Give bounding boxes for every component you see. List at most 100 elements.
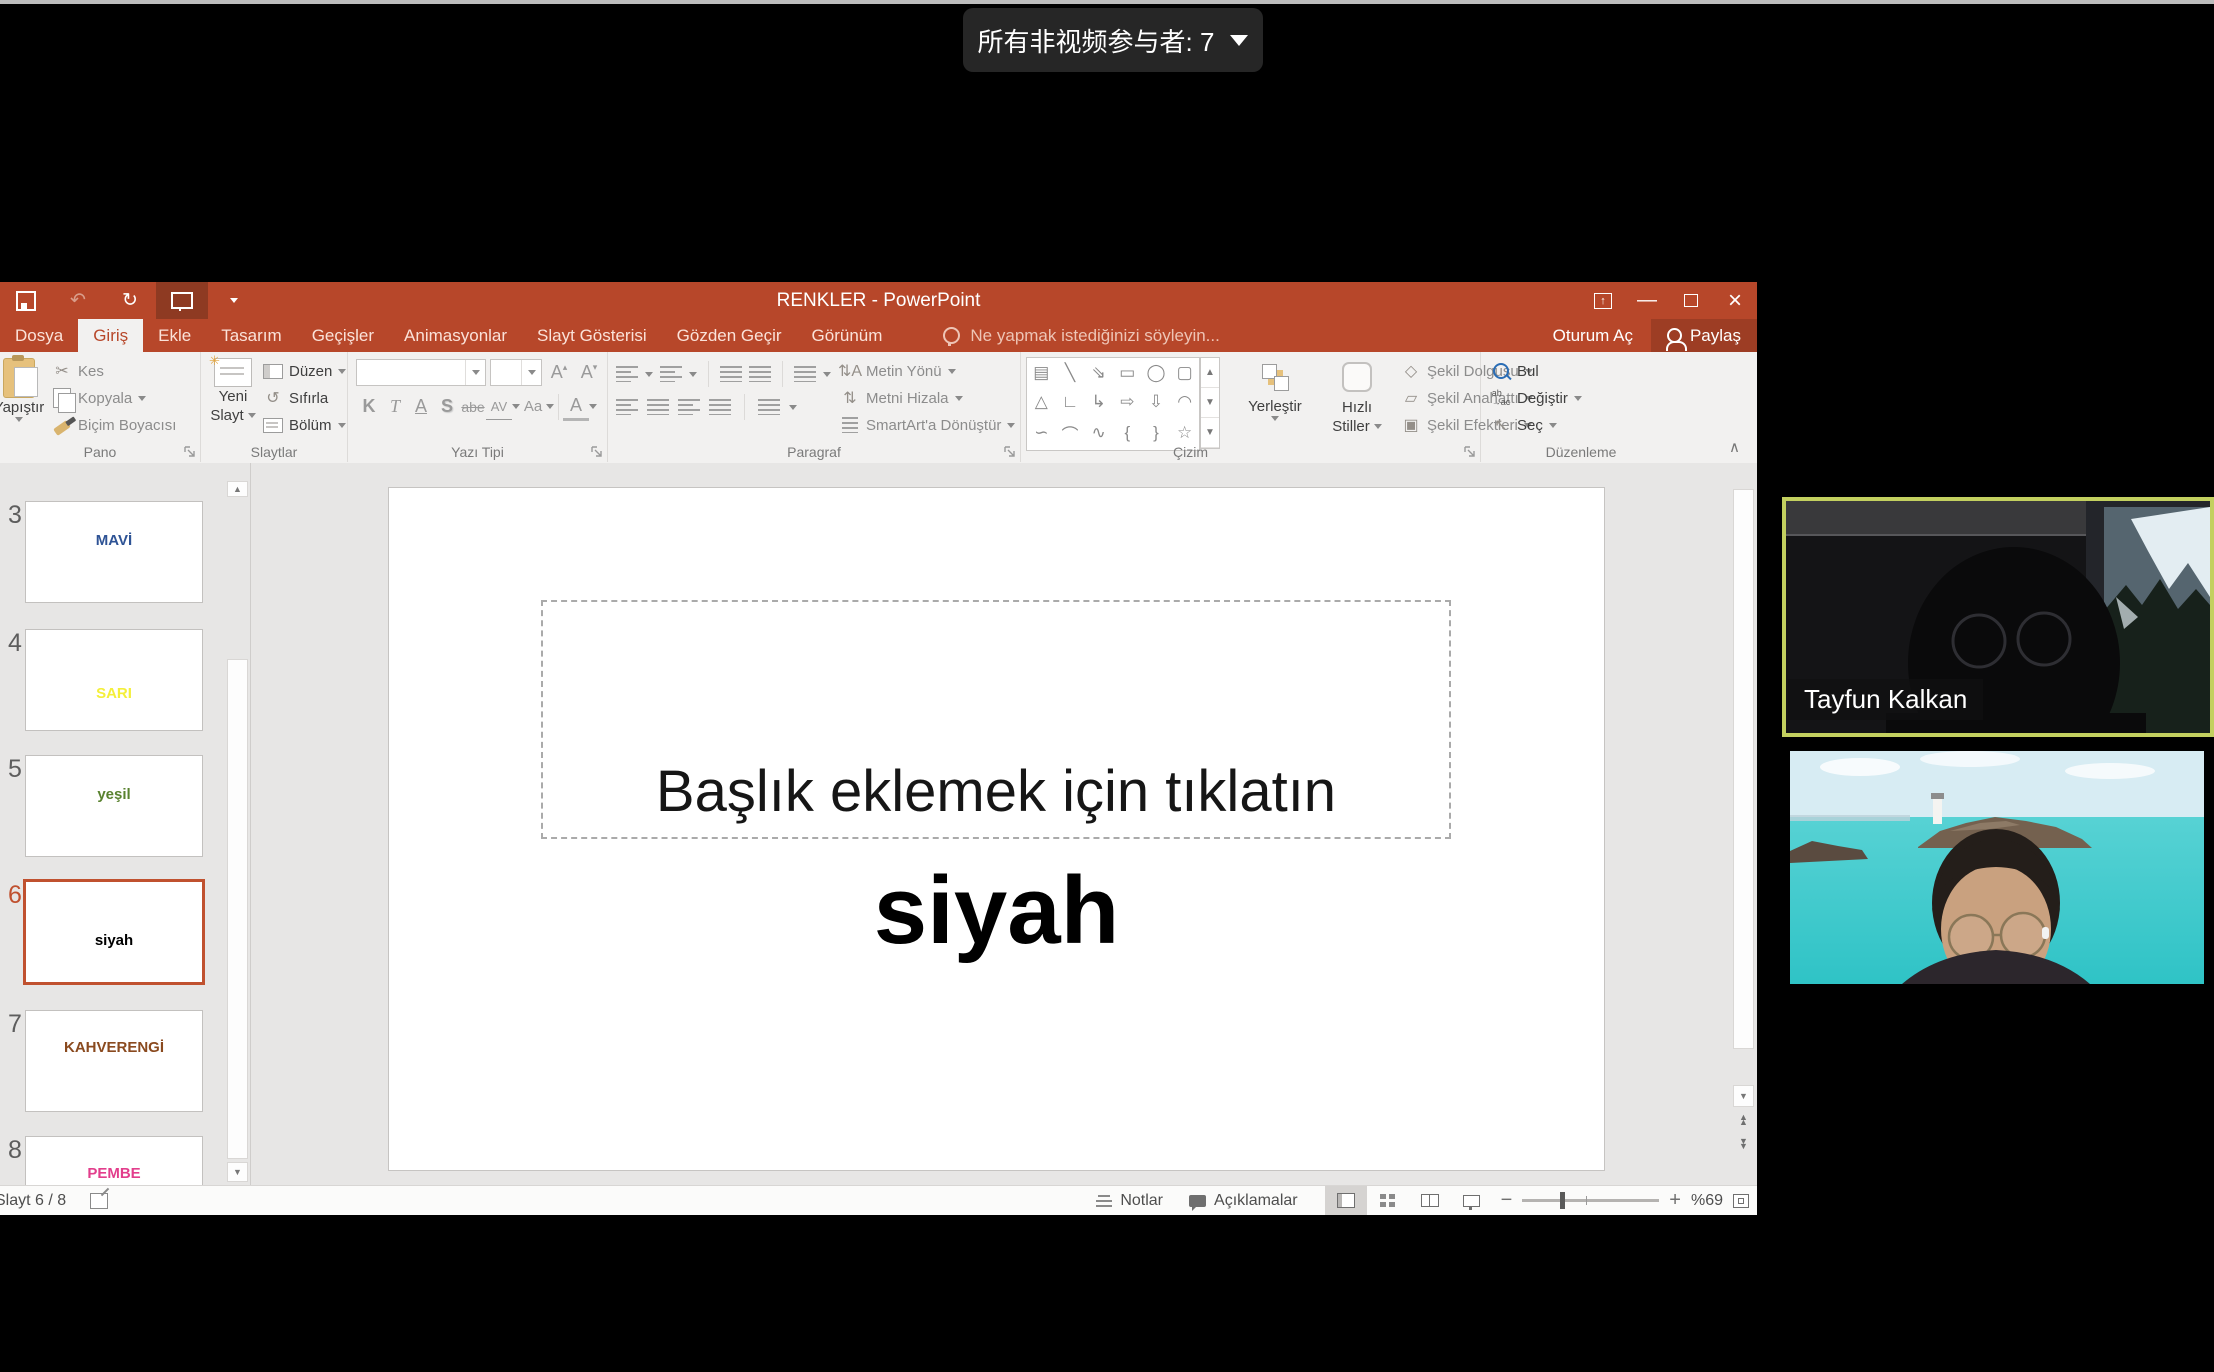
text-direction-button[interactable]: ⇅AMetin Yönü [840, 359, 1015, 383]
tab-tasarim[interactable]: Tasarım [206, 319, 296, 352]
title-placeholder[interactable]: Başlık eklemek için tıklatın [541, 600, 1451, 839]
tab-gecisler[interactable]: Geçişler [297, 319, 389, 352]
shape-triangle-icon[interactable]: △ [1035, 392, 1048, 412]
share-button[interactable]: Paylaş [1651, 319, 1757, 352]
shape-right-brace-icon[interactable]: } [1153, 423, 1159, 443]
shape-rectangle-icon[interactable]: ▭ [1119, 363, 1135, 383]
font-color-button[interactable]: A [563, 392, 589, 421]
scroll-up-icon[interactable]: ▲ [227, 481, 248, 497]
bold-button[interactable]: K [356, 394, 382, 420]
comments-toggle[interactable]: Açıklamalar [1176, 1186, 1311, 1215]
format-painter-button[interactable]: Biçim Boyacısı [52, 413, 176, 437]
smartart-button[interactable]: SmartArt'a Dönüştür [840, 413, 1015, 437]
shape-rounded-rectangle-icon[interactable]: ▢ [1177, 363, 1193, 383]
character-spacing-button[interactable]: AV [486, 393, 512, 420]
shape-down-arrow-icon[interactable]: ⇩ [1149, 392, 1163, 412]
shape-left-brace-icon[interactable]: { [1124, 423, 1130, 443]
sign-in-button[interactable]: Oturum Aç [1535, 319, 1651, 352]
slide-thumbnail-5[interactable]: yeşil [25, 755, 203, 857]
shape-freeform-icon[interactable]: ◠ [1177, 392, 1192, 412]
new-slide-button[interactable]: Yeni Slayt [207, 358, 259, 425]
panel-scrollbar-thumb[interactable] [227, 659, 248, 1159]
video-tile-2[interactable] [1790, 751, 2204, 984]
tab-dosya[interactable]: Dosya [0, 319, 78, 352]
decrease-indent-icon[interactable] [720, 366, 742, 382]
video-tile-speaker[interactable]: Tayfun Kalkan [1782, 497, 2214, 737]
shapes-gallery-scrollbar[interactable]: ▲ ▼ ▼ [1200, 357, 1220, 449]
bullets-icon[interactable] [616, 366, 638, 382]
tab-animasyonlar[interactable]: Animasyonlar [389, 319, 522, 352]
slide-thumbnail-3[interactable]: MAVİ [25, 501, 203, 603]
slide-thumbnail-6-selected[interactable]: siyah [23, 879, 205, 985]
slide-caption-text[interactable]: siyah [389, 856, 1604, 966]
slideshow-view-button[interactable] [1451, 1186, 1493, 1215]
section-button[interactable]: Bölüm [263, 413, 346, 437]
grow-font-button[interactable]: A▴ [546, 360, 572, 386]
participants-button[interactable]: 所有非视频参与者: 7 [963, 8, 1263, 72]
quick-styles-button[interactable]: Hızlı Stiller [1321, 362, 1393, 436]
shape-textbox-icon[interactable]: ▤ [1033, 363, 1049, 383]
shape-star-icon[interactable]: ☆ [1177, 423, 1192, 443]
close-button[interactable]: × [1713, 282, 1757, 319]
underline-button[interactable]: A [408, 394, 434, 420]
reset-button[interactable]: ↺Sıfırla [263, 386, 346, 410]
tab-slayt-gosterisi[interactable]: Slayt Gösterisi [522, 319, 662, 352]
shape-arc-icon[interactable]: ⌒ [1061, 421, 1078, 446]
cut-button[interactable]: ✂Kes [52, 359, 176, 383]
scroll-down-icon[interactable]: ▼ [1733, 1085, 1754, 1107]
zoom-slider[interactable] [1522, 1199, 1659, 1202]
tab-giris[interactable]: Giriş [78, 319, 143, 352]
zoom-slider-thumb[interactable] [1560, 1192, 1565, 1209]
tab-gorunum[interactable]: Görünüm [797, 319, 898, 352]
find-button[interactable]: Bul [1491, 359, 1582, 383]
copy-button[interactable]: Kopyala [52, 386, 176, 410]
justify-icon[interactable] [709, 399, 731, 415]
paste-button[interactable]: Yapıştır [0, 358, 50, 422]
tab-gozden-gecir[interactable]: Gözden Geçir [662, 319, 797, 352]
notes-toggle[interactable]: Notlar [1083, 1186, 1176, 1215]
dialog-launcher-icon[interactable] [591, 446, 603, 458]
change-case-button[interactable]: Aa [520, 394, 546, 420]
strikethrough-button[interactable]: abe [460, 394, 486, 420]
select-button[interactable]: ↖Seç [1491, 413, 1582, 437]
slide-thumbnail-4[interactable]: SARI [25, 629, 203, 731]
reading-view-button[interactable] [1409, 1186, 1451, 1215]
slide-editor[interactable]: Başlık eklemek için tıklatın siyah [388, 487, 1605, 1171]
normal-view-button[interactable] [1325, 1186, 1367, 1215]
zoom-out-icon[interactable]: − [1501, 1189, 1513, 1212]
shape-elbow-arrow-icon[interactable]: ↳ [1092, 392, 1106, 412]
replace-button[interactable]: ab→acDeğiştir [1491, 386, 1582, 410]
fit-slide-to-window-icon[interactable] [1733, 1194, 1749, 1208]
align-left-icon[interactable] [616, 399, 638, 415]
dialog-launcher-icon[interactable] [184, 446, 196, 458]
columns-icon[interactable] [758, 399, 780, 415]
vertical-scrollbar[interactable]: ▼ ▲▲ ▼▼ [1733, 487, 1754, 1152]
align-center-icon[interactable] [647, 399, 669, 415]
shape-arrow-icon[interactable]: ⇘ [1092, 363, 1106, 383]
next-slide-icon[interactable]: ▼▼ [1735, 1139, 1752, 1155]
font-name-combobox[interactable] [356, 359, 486, 386]
ribbon-display-options-button[interactable]: ↑ [1581, 282, 1625, 319]
shape-scribble-icon[interactable]: ∽ [1034, 423, 1048, 443]
slide-sorter-view-button[interactable] [1367, 1186, 1409, 1215]
shapes-scroll-up-icon[interactable]: ▲ [1201, 358, 1219, 388]
collapse-ribbon-icon[interactable]: ∧ [1729, 438, 1740, 456]
increase-indent-icon[interactable] [749, 366, 771, 382]
shape-line-icon[interactable]: ╲ [1065, 363, 1075, 383]
align-right-icon[interactable] [678, 399, 700, 415]
italic-button[interactable]: T [382, 394, 408, 420]
align-text-button[interactable]: ⇅Metni Hizala [840, 386, 1015, 410]
dialog-launcher-icon[interactable] [1464, 446, 1476, 458]
panel-scrollbar[interactable]: ▲ ▼ [227, 463, 248, 1186]
notes-page-icon[interactable] [90, 1193, 108, 1209]
layout-button[interactable]: Düzen [263, 359, 346, 383]
tell-me-box[interactable]: Ne yapmak istediğinizi söyleyin... [943, 319, 1219, 352]
shape-elbow-icon[interactable]: ∟ [1062, 392, 1079, 412]
zoom-in-icon[interactable]: + [1669, 1189, 1681, 1212]
text-shadow-button[interactable]: S [434, 394, 460, 420]
line-spacing-icon[interactable] [794, 366, 816, 382]
slide-thumbnail-7[interactable]: KAHVERENGİ [25, 1010, 203, 1112]
minimize-button[interactable]: — [1625, 282, 1669, 319]
numbering-icon[interactable] [660, 366, 682, 382]
restore-button[interactable] [1669, 282, 1713, 319]
